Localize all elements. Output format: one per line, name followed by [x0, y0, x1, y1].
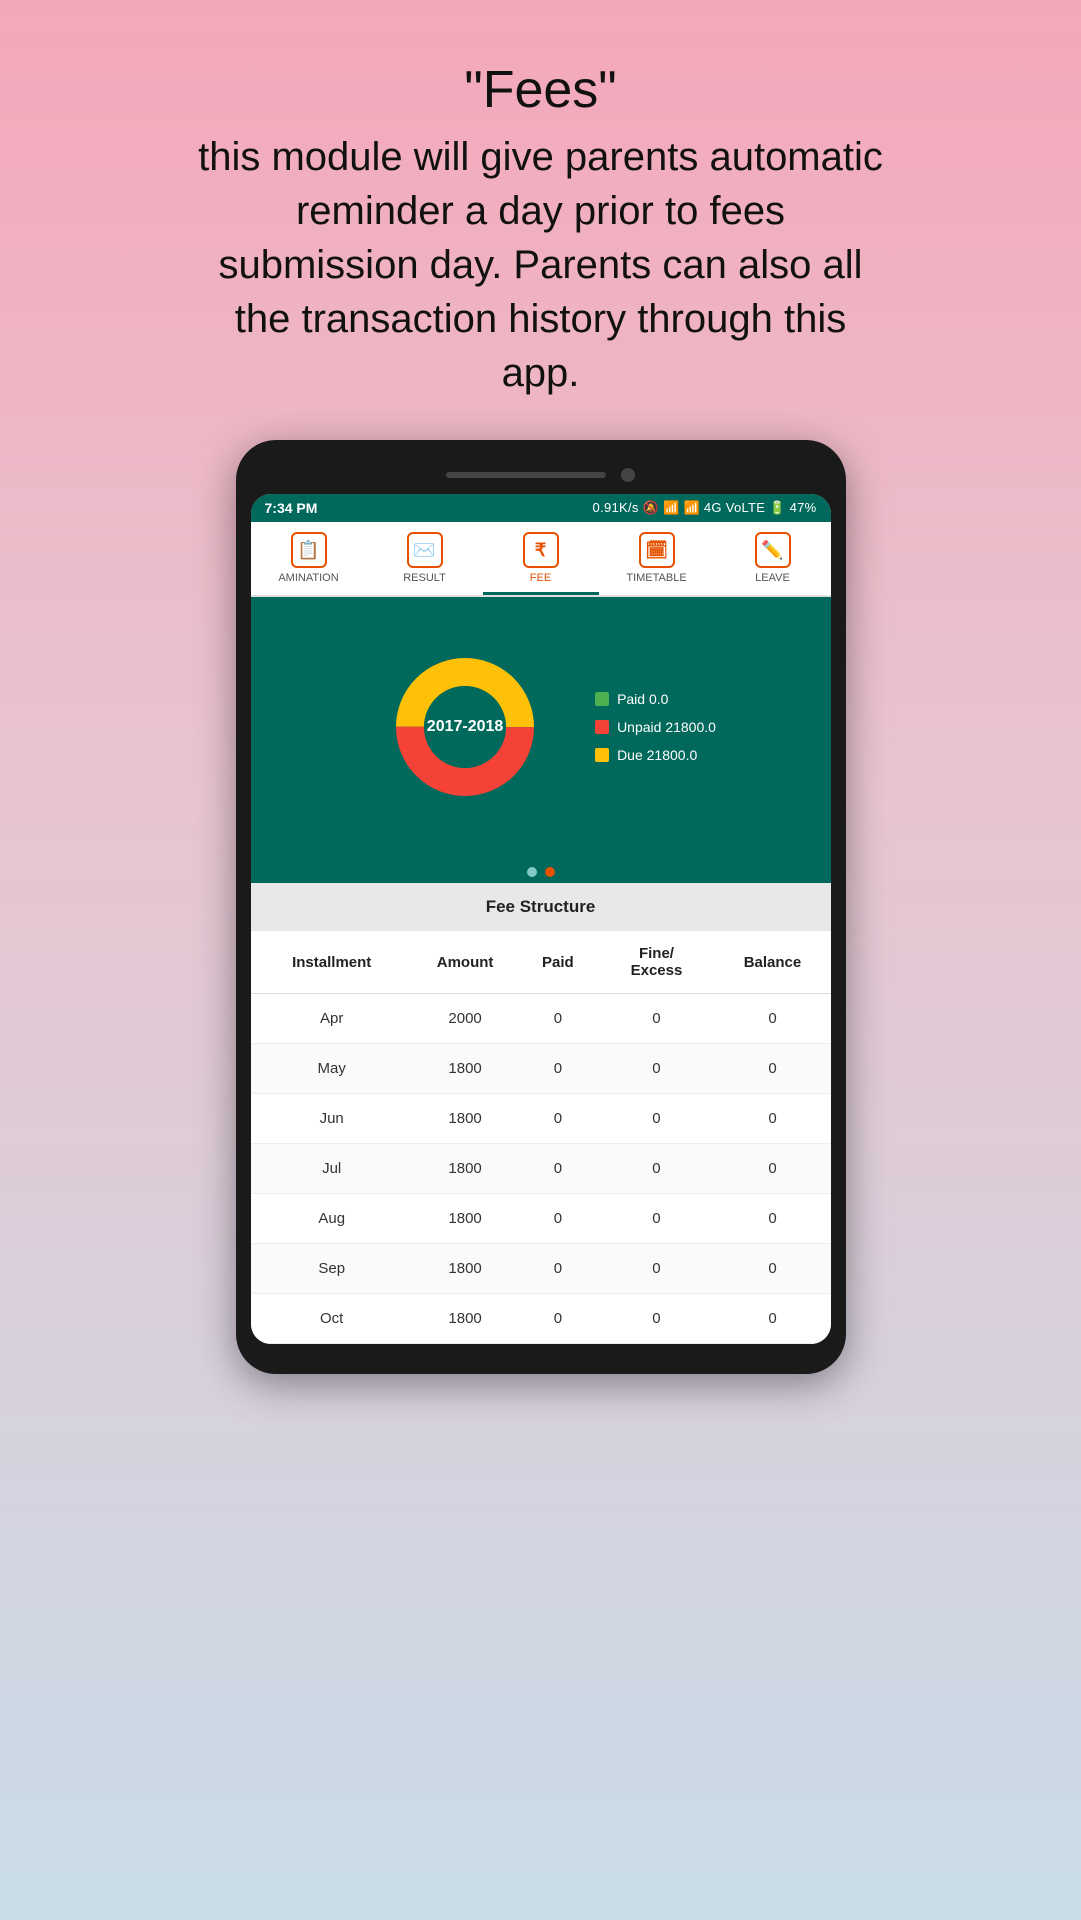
- unpaid-label: Unpaid 21800.0: [617, 719, 716, 735]
- tab-leave-label: LEAVE: [755, 572, 790, 584]
- cell-installment: Jun: [251, 1094, 413, 1144]
- fee-structure-header: Fee Structure: [251, 883, 831, 931]
- legend-unpaid: Unpaid 21800.0: [595, 719, 716, 735]
- tab-fee-label: FEE: [530, 572, 551, 584]
- cell-balance: 0: [714, 1094, 830, 1144]
- paid-dot: [595, 692, 609, 706]
- table-header-row: Installment Amount Paid Fine/Excess Bala…: [251, 931, 831, 994]
- indicator-2[interactable]: [545, 867, 555, 877]
- tab-timetable[interactable]: 🗓 TIMETABLE: [599, 522, 715, 595]
- cell-fine: 0: [598, 1244, 714, 1294]
- table-row: Apr 2000 0 0 0: [251, 994, 831, 1044]
- col-header-installment: Installment: [251, 931, 413, 994]
- cell-amount: 2000: [413, 994, 517, 1044]
- table-row: Jul 1800 0 0 0: [251, 1144, 831, 1194]
- cell-installment: Aug: [251, 1194, 413, 1244]
- cell-amount: 1800: [413, 1094, 517, 1144]
- tab-result-label: RESULT: [403, 572, 446, 584]
- cell-balance: 0: [714, 1194, 830, 1244]
- tab-result[interactable]: ✉️ RESULT: [367, 522, 483, 595]
- cell-balance: 0: [714, 994, 830, 1044]
- cell-installment: Jul: [251, 1144, 413, 1194]
- unpaid-dot: [595, 720, 609, 734]
- col-header-fine: Fine/Excess: [598, 931, 714, 994]
- chart-legend: Paid 0.0 Unpaid 21800.0 Due 21800.0: [595, 691, 716, 763]
- cell-fine: 0: [598, 1044, 714, 1094]
- legend-paid: Paid 0.0: [595, 691, 716, 707]
- cell-fine: 0: [598, 1144, 714, 1194]
- col-header-paid: Paid: [517, 931, 598, 994]
- cell-installment: May: [251, 1044, 413, 1094]
- header-title: "Fees": [191, 60, 891, 120]
- chart-section: 2017-2018 Paid 0.0 Unpaid 21800.0 Due 21…: [251, 597, 831, 857]
- status-right-info: 0.91K/s 🔕 📶 📶 4G VoLTE 🔋 47%: [593, 500, 817, 516]
- cell-balance: 0: [714, 1144, 830, 1194]
- cell-amount: 1800: [413, 1244, 517, 1294]
- phone-notch: [251, 460, 831, 494]
- status-bar: 7:34 PM 0.91K/s 🔕 📶 📶 4G VoLTE 🔋 47%: [251, 494, 831, 522]
- cell-fine: 0: [598, 1094, 714, 1144]
- cell-paid: 0: [517, 1244, 598, 1294]
- indicator-1[interactable]: [527, 867, 537, 877]
- cell-balance: 0: [714, 1244, 830, 1294]
- col-header-amount: Amount: [413, 931, 517, 994]
- cell-amount: 1800: [413, 1294, 517, 1344]
- status-time: 7:34 PM: [265, 500, 318, 516]
- donut-center: [424, 686, 506, 768]
- tab-leave[interactable]: ✏️ LEAVE: [715, 522, 831, 595]
- donut-svg: [365, 627, 565, 827]
- tab-fee[interactable]: ₹ FEE: [483, 522, 599, 595]
- result-icon: ✉️: [407, 532, 443, 568]
- col-header-balance: Balance: [714, 931, 830, 994]
- cell-installment: Oct: [251, 1294, 413, 1344]
- header-section: "Fees" this module will give parents aut…: [191, 60, 891, 400]
- cell-amount: 1800: [413, 1194, 517, 1244]
- tab-examination[interactable]: 📋 AMINATION: [251, 522, 367, 595]
- cell-paid: 0: [517, 1044, 598, 1094]
- cell-installment: Apr: [251, 994, 413, 1044]
- due-dot: [595, 748, 609, 762]
- leave-icon: ✏️: [755, 532, 791, 568]
- cell-paid: 0: [517, 994, 598, 1044]
- cell-paid: 0: [517, 1094, 598, 1144]
- cell-fine: 0: [598, 1294, 714, 1344]
- notch-dot: [621, 468, 635, 482]
- cell-fine: 0: [598, 1194, 714, 1244]
- chart-indicators: [251, 857, 831, 883]
- cell-fine: 0: [598, 994, 714, 1044]
- cell-paid: 0: [517, 1194, 598, 1244]
- cell-installment: Sep: [251, 1244, 413, 1294]
- phone-frame: 7:34 PM 0.91K/s 🔕 📶 📶 4G VoLTE 🔋 47% 📋 A…: [236, 440, 846, 1374]
- table-row: Sep 1800 0 0 0: [251, 1244, 831, 1294]
- cell-amount: 1800: [413, 1044, 517, 1094]
- cell-balance: 0: [714, 1044, 830, 1094]
- tab-examination-label: AMINATION: [278, 572, 338, 584]
- phone-screen: 7:34 PM 0.91K/s 🔕 📶 📶 4G VoLTE 🔋 47% 📋 A…: [251, 494, 831, 1344]
- table-row: Oct 1800 0 0 0: [251, 1294, 831, 1344]
- table-row: Aug 1800 0 0 0: [251, 1194, 831, 1244]
- cell-paid: 0: [517, 1144, 598, 1194]
- cell-balance: 0: [714, 1294, 830, 1344]
- cell-amount: 1800: [413, 1144, 517, 1194]
- paid-label: Paid 0.0: [617, 691, 668, 707]
- donut-chart: 2017-2018: [365, 627, 565, 827]
- tab-timetable-label: TIMETABLE: [626, 572, 686, 584]
- table-row: Jun 1800 0 0 0: [251, 1094, 831, 1144]
- fee-icon: ₹: [523, 532, 559, 568]
- fee-table: Installment Amount Paid Fine/Excess Bala…: [251, 931, 831, 1344]
- cell-paid: 0: [517, 1294, 598, 1344]
- table-row: May 1800 0 0 0: [251, 1044, 831, 1094]
- timetable-icon: 🗓: [639, 532, 675, 568]
- due-label: Due 21800.0: [617, 747, 697, 763]
- exam-icon: 📋: [291, 532, 327, 568]
- legend-due: Due 21800.0: [595, 747, 716, 763]
- header-description: this module will give parents automatic …: [191, 130, 891, 400]
- nav-tabs: 📋 AMINATION ✉️ RESULT ₹ FEE 🗓 T: [251, 522, 831, 597]
- notch-bar: [446, 472, 606, 478]
